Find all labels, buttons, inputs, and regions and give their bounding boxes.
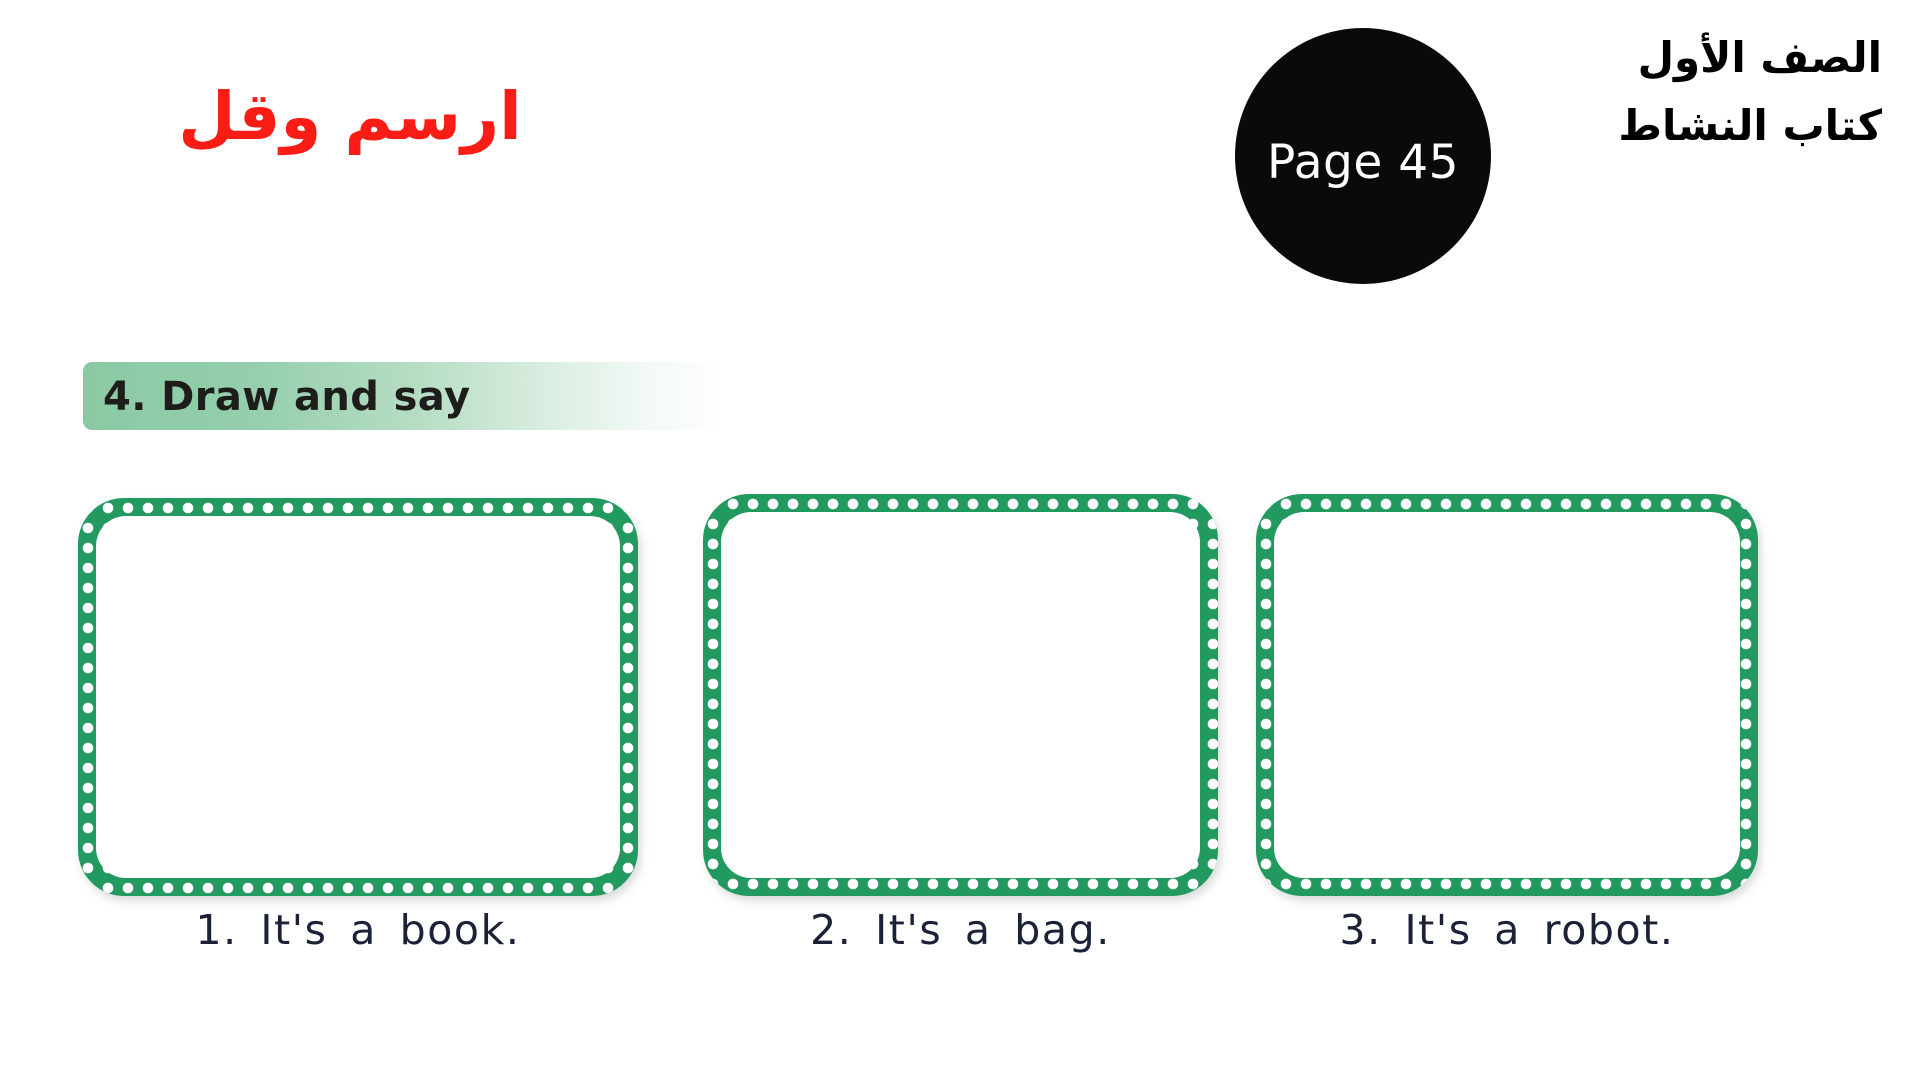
drawing-canvas-1[interactable]	[78, 498, 638, 896]
drawing-canvas-2[interactable]	[703, 494, 1218, 896]
drawing-area-1[interactable]	[96, 516, 620, 878]
section-header-label: 4. Draw and say	[103, 374, 471, 420]
drawing-caption-3: 3. It's a robot.	[1339, 906, 1675, 954]
header-meta-block: الصف الأول كتاب النشاط	[1462, 24, 1882, 160]
section-header-bar: 4. Draw and say	[83, 362, 723, 430]
drawing-area-3[interactable]	[1274, 512, 1740, 878]
drawing-activity-1: 1. It's a book.	[78, 498, 638, 954]
drawing-activity-2: 2. It's a bag.	[703, 494, 1218, 954]
drawing-activity-row: 1. It's a book. 2. It's a bag. 3. It's a…	[0, 0, 1920, 1080]
drawing-caption-2: 2. It's a bag.	[810, 906, 1111, 954]
drawing-activity-3: 3. It's a robot.	[1256, 494, 1758, 954]
page-title-arabic: ارسم وقل	[178, 78, 522, 155]
grade-label: الصف الأول	[1637, 33, 1882, 82]
page-number-badge: Page 45	[1235, 28, 1491, 284]
page-badge-label: Page 45	[1266, 134, 1460, 190]
drawing-canvas-3[interactable]	[1256, 494, 1758, 896]
drawing-caption-1: 1. It's a book.	[195, 906, 521, 954]
book-label: كتاب النشاط	[1618, 101, 1882, 151]
drawing-area-2[interactable]	[721, 512, 1200, 878]
